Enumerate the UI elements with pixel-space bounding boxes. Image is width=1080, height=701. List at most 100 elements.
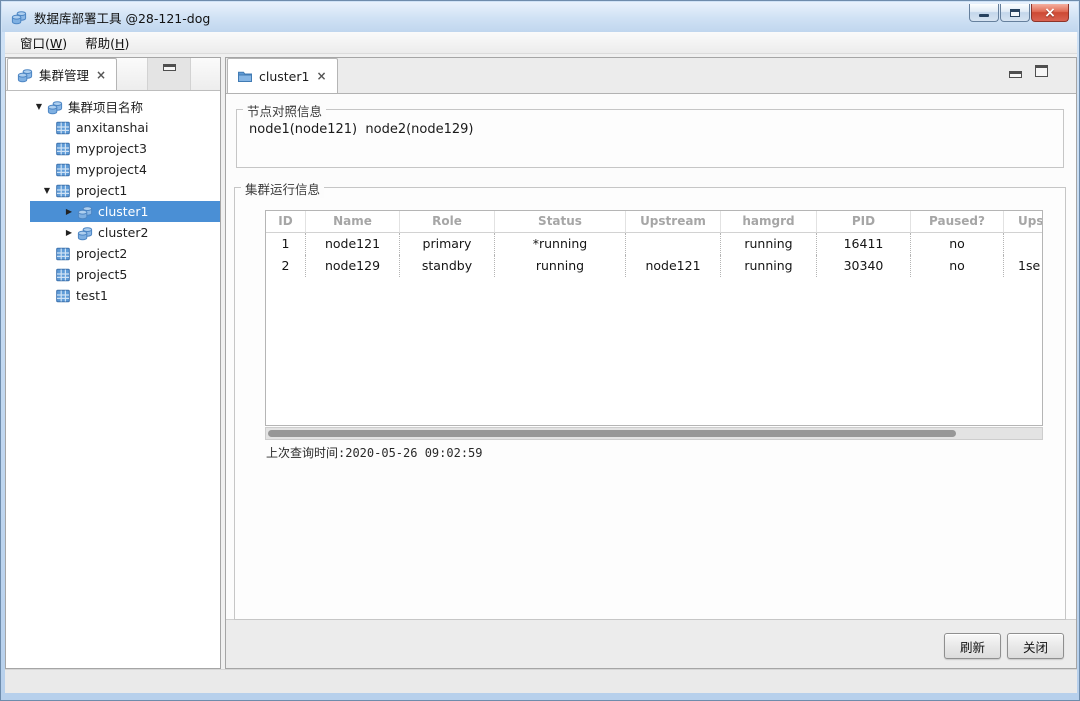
table-row[interactable]: 2 node129 standby running node121 runnin… xyxy=(266,255,1042,277)
cell-status: running xyxy=(495,255,626,277)
menu-help[interactable]: 帮助(H) xyxy=(76,31,138,54)
maximize-icon xyxy=(1010,8,1020,17)
cell-upstream2 xyxy=(1004,233,1042,255)
db-cluster-icon xyxy=(77,204,93,220)
window-controls: × xyxy=(969,4,1069,22)
table-header-row: ID Name Role Status Upstream hamgrd PID … xyxy=(266,211,1042,233)
project-grid-icon xyxy=(55,246,71,262)
maximize-editor-icon[interactable] xyxy=(1035,65,1048,77)
cell-status: *running xyxy=(495,233,626,255)
table-row[interactable]: 1 node121 primary *running running 16411… xyxy=(266,233,1042,255)
view-toolbar xyxy=(147,58,191,90)
project-grid-icon xyxy=(55,162,71,178)
column-header[interactable]: PID xyxy=(817,211,911,233)
tab-label: 集群管理 xyxy=(39,68,90,83)
window-title: 数据库部署工具 @28-121-dog xyxy=(34,10,211,26)
project-grid-icon xyxy=(55,267,71,283)
cell-name: node121 xyxy=(306,233,400,255)
cluster-management-view: 集群管理 × ▼ 集群项目名称 anxitanshai myproject3 m… xyxy=(5,57,221,669)
last-query-time: 上次查询时间:2020-05-26 09:02:59 xyxy=(266,446,483,460)
left-tab-row: 集群管理 × xyxy=(6,58,220,91)
minimize-icon xyxy=(979,13,989,17)
group-title: 节点对照信息 xyxy=(243,101,327,120)
project-grid-icon xyxy=(55,183,71,199)
column-header[interactable]: Paused? xyxy=(911,211,1004,233)
tab-cluster1[interactable]: cluster1 × xyxy=(227,58,338,93)
group-title: 集群运行信息 xyxy=(241,179,325,198)
cell-id: 2 xyxy=(266,255,306,277)
tree-item-myproject4[interactable]: myproject4 xyxy=(6,159,220,180)
expand-arrow-icon[interactable]: ▶ xyxy=(62,201,76,222)
tab-close-icon[interactable]: × xyxy=(95,69,107,81)
open-folder-icon xyxy=(237,68,253,84)
window-maximize-button[interactable] xyxy=(1000,4,1030,22)
tree-item-project5[interactable]: project5 xyxy=(6,264,220,285)
editor-tab-row: cluster1 × xyxy=(226,58,1076,94)
tree-item-project2[interactable]: project2 xyxy=(6,243,220,264)
project-grid-icon xyxy=(55,141,71,157)
project-grid-icon xyxy=(55,288,71,304)
scrollbar-thumb[interactable] xyxy=(268,430,956,437)
table-horizontal-scrollbar[interactable] xyxy=(265,427,1043,440)
tree-item-cluster-project-root[interactable]: ▼ 集群项目名称 xyxy=(6,96,220,117)
editor-content: 节点对照信息 node1(node121) node2(node129) 集群运… xyxy=(226,94,1076,620)
close-icon: × xyxy=(1044,4,1056,21)
tree-item-test1[interactable]: test1 xyxy=(6,285,220,306)
editor-panel: cluster1 × 节点对照信息 node1(node121) node2(n… xyxy=(225,57,1077,669)
titlebar[interactable]: 数据库部署工具 @28-121-dog × xyxy=(2,2,1078,32)
cell-role: standby xyxy=(400,255,495,277)
minimize-editor-icon[interactable] xyxy=(1009,71,1022,78)
menu-window[interactable]: 窗口(W) xyxy=(11,31,76,54)
tab-label: cluster1 xyxy=(259,68,310,84)
app-body: 窗口(W) 帮助(H) 集群管理 × ▼ 集群项目名称 anxitanshai … xyxy=(5,32,1077,693)
expand-arrow-icon[interactable]: ▼ xyxy=(40,180,54,201)
node-info-group: 节点对照信息 node1(node121) node2(node129) xyxy=(236,101,1064,168)
expand-arrow-icon[interactable]: ▼ xyxy=(32,96,46,117)
tree-item-cluster1[interactable]: ▶ cluster1 xyxy=(30,201,220,222)
minimize-view-icon[interactable] xyxy=(162,64,176,71)
tab-close-icon[interactable]: × xyxy=(315,70,327,82)
column-header[interactable]: Role xyxy=(400,211,495,233)
cell-pid: 30340 xyxy=(817,255,911,277)
db-cluster-icon xyxy=(77,225,93,241)
column-header[interactable]: ID xyxy=(266,211,306,233)
project-grid-icon xyxy=(55,120,71,136)
cell-id: 1 xyxy=(266,233,306,255)
tree-item-project1[interactable]: ▼ project1 xyxy=(6,180,220,201)
column-header[interactable]: Status xyxy=(495,211,626,233)
cell-paused: no xyxy=(911,233,1004,255)
cluster-run-group: 集群运行信息 ID Name Role Status Upstream hamg… xyxy=(234,179,1066,620)
db-cluster-icon xyxy=(17,67,33,83)
cluster-status-table[interactable]: ID Name Role Status Upstream hamgrd PID … xyxy=(265,210,1043,426)
cell-upstream xyxy=(626,233,721,255)
cell-upstream: node121 xyxy=(626,255,721,277)
close-button[interactable]: 关闭 xyxy=(1007,633,1064,659)
refresh-button[interactable]: 刷新 xyxy=(944,633,1001,659)
cell-upstream2: 1se xyxy=(1018,258,1041,273)
tree-item-anxitanshai[interactable]: anxitanshai xyxy=(6,117,220,138)
tree-item-cluster2[interactable]: ▶ cluster2 xyxy=(6,222,220,243)
project-tree: ▼ 集群项目名称 anxitanshai myproject3 myprojec… xyxy=(6,91,220,306)
menubar: 窗口(W) 帮助(H) xyxy=(5,32,1077,54)
tab-cluster-management[interactable]: 集群管理 × xyxy=(7,58,118,90)
expand-arrow-icon[interactable]: ▶ xyxy=(62,222,76,243)
column-header[interactable]: Name xyxy=(306,211,400,233)
window-minimize-button[interactable] xyxy=(969,4,999,22)
cell-role: primary xyxy=(400,233,495,255)
cell-pid: 16411 xyxy=(817,233,911,255)
tree-item-myproject3[interactable]: myproject3 xyxy=(6,138,220,159)
cell-hamgrd: running xyxy=(721,233,817,255)
cell-paused: no xyxy=(911,255,1004,277)
cell-name: node129 xyxy=(306,255,400,277)
app-window: 数据库部署工具 @28-121-dog × 窗口(W) 帮助(H) 集群管理 × xyxy=(0,0,1080,701)
column-header[interactable]: Upstream xyxy=(626,211,721,233)
column-header[interactable]: hamgrd xyxy=(721,211,817,233)
editor-toolbar xyxy=(1009,65,1048,78)
column-header[interactable]: Upst xyxy=(1004,211,1042,233)
cell-hamgrd: running xyxy=(721,255,817,277)
db-cluster-icon xyxy=(47,99,63,115)
status-bar xyxy=(5,669,1077,693)
node-mapping-text: node1(node121) node2(node129) xyxy=(249,122,474,137)
app-icon xyxy=(11,9,27,25)
window-close-button[interactable]: × xyxy=(1031,4,1069,22)
